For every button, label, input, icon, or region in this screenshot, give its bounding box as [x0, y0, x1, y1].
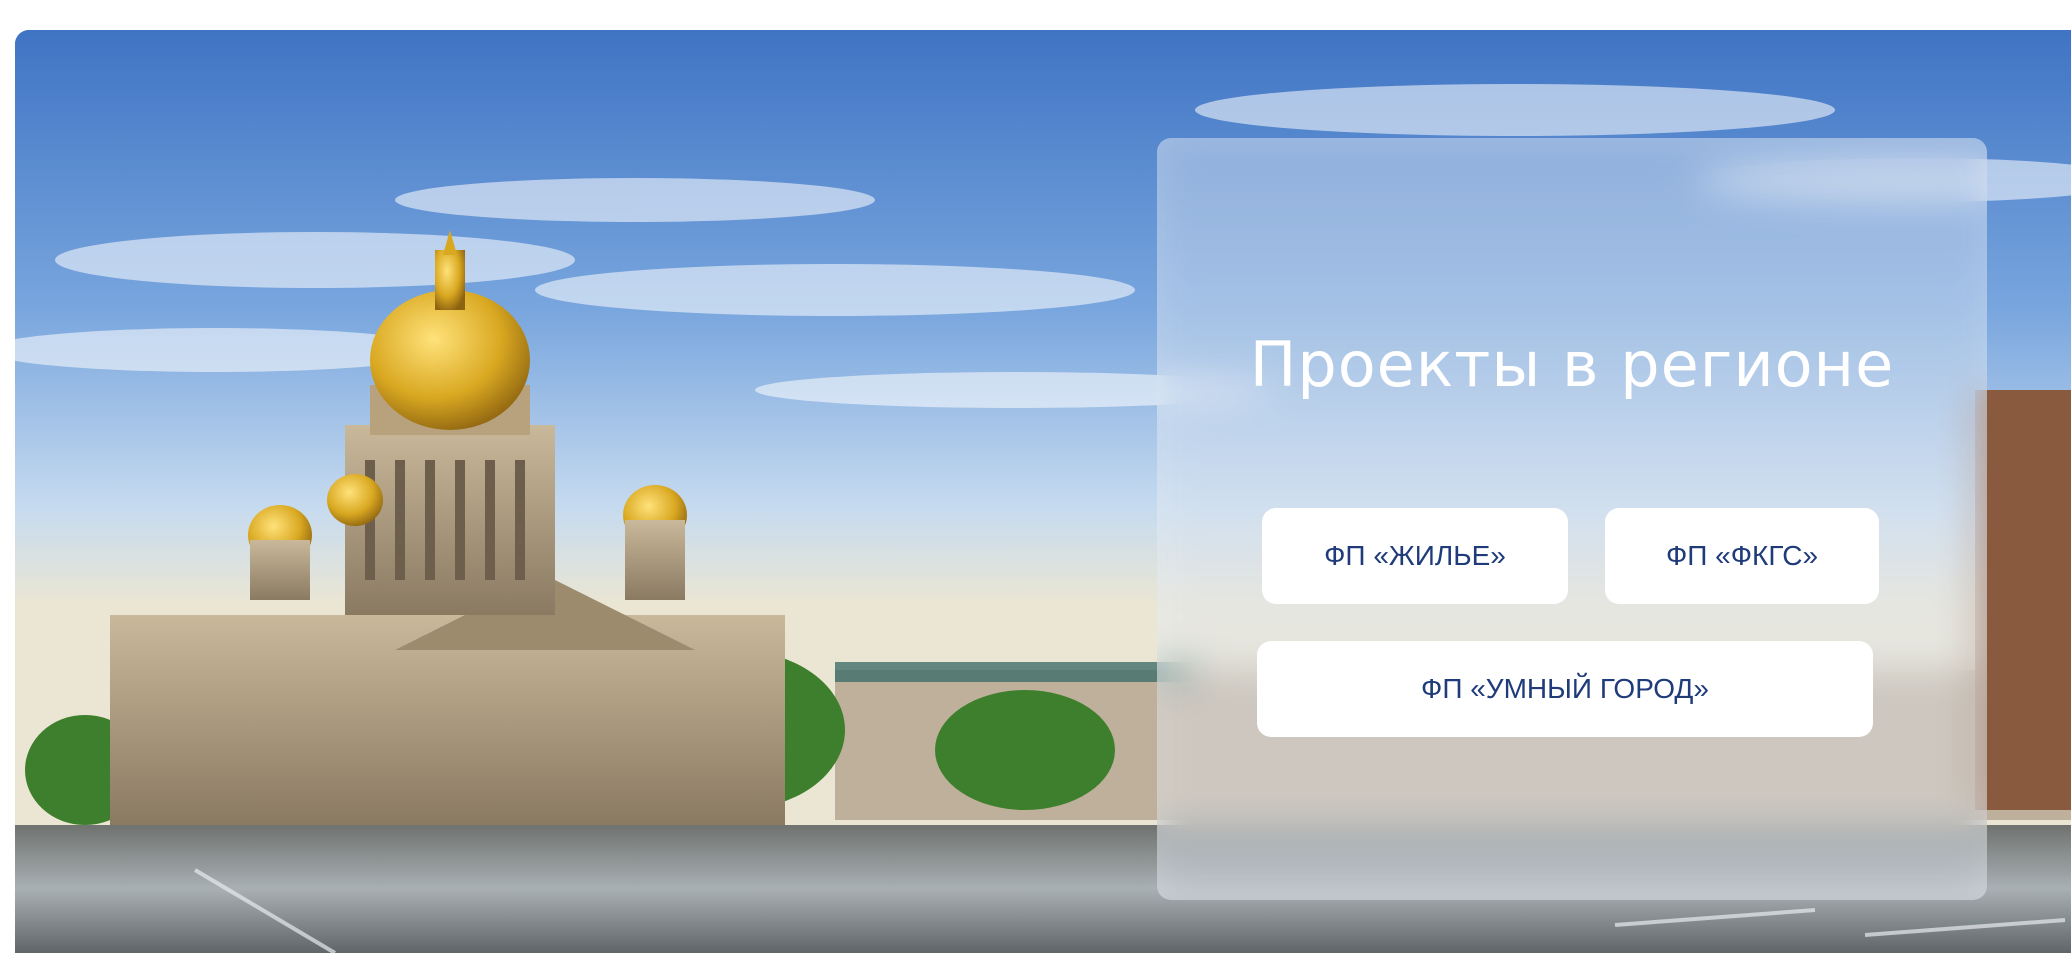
panel-title: Проекты в регионе [1249, 328, 1895, 401]
projects-panel: Проекты в регионе ФП «ЖИЛЬЕ» ФП «ФКГС» Ф… [1157, 138, 1987, 900]
project-button-zhilye[interactable]: ФП «ЖИЛЬЕ» [1262, 508, 1568, 604]
project-button-smart-city[interactable]: ФП «УМНЫЙ ГОРОД» [1257, 641, 1873, 737]
hero-banner: Проекты в регионе ФП «ЖИЛЬЕ» ФП «ФКГС» Ф… [15, 30, 2071, 953]
project-button-fkgs[interactable]: ФП «ФКГС» [1605, 508, 1879, 604]
